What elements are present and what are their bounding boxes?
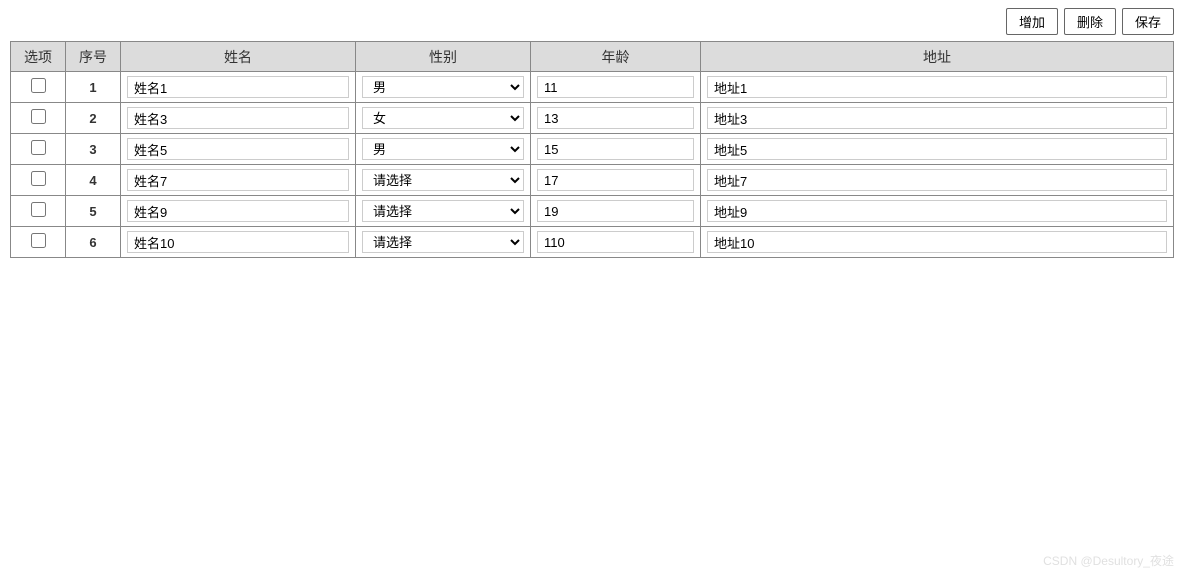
address-input[interactable]	[707, 107, 1167, 129]
toolbar: 增加 删除 保存	[10, 8, 1174, 35]
age-input[interactable]	[537, 107, 694, 129]
row-seq: 6	[66, 227, 121, 258]
address-input[interactable]	[707, 231, 1167, 253]
table-row: 1 请选择男女	[11, 72, 1174, 103]
age-input[interactable]	[537, 200, 694, 222]
header-addr: 地址	[701, 42, 1174, 72]
row-checkbox[interactable]	[31, 202, 46, 217]
age-input[interactable]	[537, 76, 694, 98]
row-checkbox[interactable]	[31, 109, 46, 124]
delete-button[interactable]: 删除	[1064, 8, 1116, 35]
data-table: 选项 序号 姓名 性别 年龄 地址 1 请选择男女 2 请选择男女 3 请选择男女 4 请选择…	[10, 41, 1174, 258]
name-input[interactable]	[127, 231, 349, 253]
table-row: 5 请选择男女	[11, 196, 1174, 227]
address-input[interactable]	[707, 169, 1167, 191]
age-input[interactable]	[537, 231, 694, 253]
row-checkbox[interactable]	[31, 233, 46, 248]
row-seq: 1	[66, 72, 121, 103]
sex-select[interactable]: 请选择男女	[362, 169, 524, 191]
table-row: 4 请选择男女	[11, 165, 1174, 196]
sex-select[interactable]: 请选择男女	[362, 200, 524, 222]
save-button[interactable]: 保存	[1122, 8, 1174, 35]
sex-select[interactable]: 请选择男女	[362, 107, 524, 129]
header-sex: 性别	[356, 42, 531, 72]
sex-select[interactable]: 请选择男女	[362, 231, 524, 253]
address-input[interactable]	[707, 76, 1167, 98]
row-seq: 2	[66, 103, 121, 134]
row-seq: 4	[66, 165, 121, 196]
address-input[interactable]	[707, 200, 1167, 222]
header-age: 年龄	[531, 42, 701, 72]
table-row: 2 请选择男女	[11, 103, 1174, 134]
table-row: 6 请选择男女	[11, 227, 1174, 258]
row-checkbox[interactable]	[31, 140, 46, 155]
name-input[interactable]	[127, 200, 349, 222]
age-input[interactable]	[537, 169, 694, 191]
row-seq: 5	[66, 196, 121, 227]
name-input[interactable]	[127, 169, 349, 191]
sex-select[interactable]: 请选择男女	[362, 76, 524, 98]
age-input[interactable]	[537, 138, 694, 160]
row-checkbox[interactable]	[31, 78, 46, 93]
sex-select[interactable]: 请选择男女	[362, 138, 524, 160]
name-input[interactable]	[127, 76, 349, 98]
table-header-row: 选项 序号 姓名 性别 年龄 地址	[11, 42, 1174, 72]
header-name: 姓名	[121, 42, 356, 72]
header-seq: 序号	[66, 42, 121, 72]
header-check: 选项	[11, 42, 66, 72]
watermark: CSDN @Desultory_夜途	[1043, 552, 1174, 569]
name-input[interactable]	[127, 138, 349, 160]
row-checkbox[interactable]	[31, 171, 46, 186]
table-row: 3 请选择男女	[11, 134, 1174, 165]
add-button[interactable]: 增加	[1006, 8, 1058, 35]
row-seq: 3	[66, 134, 121, 165]
address-input[interactable]	[707, 138, 1167, 160]
name-input[interactable]	[127, 107, 349, 129]
